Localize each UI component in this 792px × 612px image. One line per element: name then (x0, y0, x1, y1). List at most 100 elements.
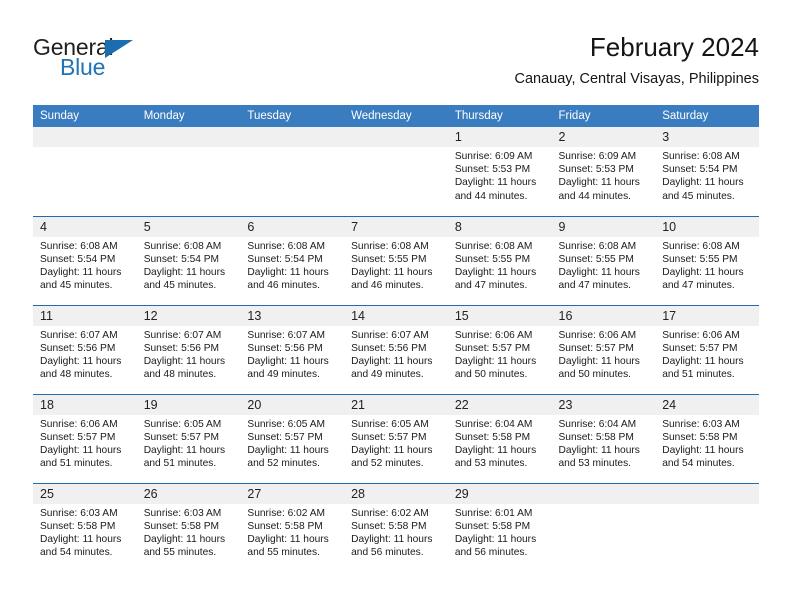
sunrise-time: Sunrise: 6:08 AM (558, 240, 637, 252)
sunrise-time: Sunrise: 6:08 AM (40, 240, 118, 252)
daylight-duration-line1: Daylight: 11 hours (143, 266, 226, 278)
calendar-day-cell[interactable]: 17 Sunrise: 6:06 AM Sunset: 5:57 PM Dayligh… (655, 304, 759, 394)
calendar-day-cell[interactable]: 1 Sunrise: 6:09 AM Sunset: 5:53 PM Daylight… (447, 127, 552, 216)
day-number: 24 (655, 394, 759, 415)
calendar-day-cell[interactable]: 8 Sunrise: 6:08 AM Sunset: 5:55 PM Daylight… (447, 215, 552, 305)
daylight-duration-line2: and 53 minutes. (454, 458, 528, 470)
page-header: General Blue February 2024 Canauay, Cent… (33, 30, 759, 100)
daylight-duration-line1: Daylight: 11 hours (558, 266, 640, 278)
calendar-day-cell[interactable]: 18 Sunrise: 6:06 AM Sunset: 5:57 PM Dayligh… (33, 393, 137, 483)
day-details: Sunrise: 6:07 AM Sunset: 5:56 PM Daylight:… (240, 326, 344, 382)
daylight-duration-line1: Daylight: 11 hours (454, 266, 537, 278)
calendar-day-cell[interactable]: 19 Sunrise: 6:05 AM Sunset: 5:57 PM Dayligh… (136, 393, 241, 483)
calendar-day-cell[interactable]: 15 Sunrise: 6:06 AM Sunset: 5:57 PM Dayligh… (447, 304, 552, 394)
sunset-time: Sunset: 5:56 PM (143, 342, 220, 354)
calendar-week-row: 4 Sunrise: 6:08 AM Sunset: 5:54 PM Daylight… (33, 215, 759, 305)
sunrise-time: Sunrise: 6:08 AM (351, 240, 429, 252)
calendar-day-cell[interactable]: 14 Sunrise: 6:07 AM Sunset: 5:56 PM Dayligh… (344, 304, 448, 394)
daylight-duration-line2: and 54 minutes. (662, 458, 735, 470)
day-details: Sunrise: 6:06 AM Sunset: 5:57 PM Daylight:… (552, 326, 656, 382)
calendar-day-cell[interactable]: 26 Sunrise: 6:03 AM Sunset: 5:58 PM Dayligh… (136, 482, 241, 572)
calendar-day-cell[interactable]: 4 Sunrise: 6:08 AM Sunset: 5:54 PM Daylight… (33, 215, 137, 305)
calendar-day-cell[interactable]: 20 Sunrise: 6:05 AM Sunset: 5:57 PM Dayligh… (240, 393, 345, 483)
day-details: Sunrise: 6:06 AM Sunset: 5:57 PM Daylight:… (448, 326, 552, 382)
day-number (655, 483, 759, 504)
daylight-duration-line1: Daylight: 11 hours (247, 266, 329, 278)
calendar-day-cell[interactable]: 28 Sunrise: 6:02 AM Sunset: 5:58 PM Dayligh… (344, 482, 448, 572)
day-details: Sunrise: 6:08 AM Sunset: 5:55 PM Daylight:… (552, 237, 656, 293)
day-details: Sunrise: 6:02 AM Sunset: 5:58 PM Daylight:… (240, 504, 344, 560)
day-details: Sunrise: 6:07 AM Sunset: 5:56 PM Daylight:… (344, 326, 448, 382)
sunset-time: Sunset: 5:57 PM (662, 342, 738, 354)
sunset-time: Sunset: 5:58 PM (454, 520, 531, 532)
calendar-day-cell[interactable]: 22 Sunrise: 6:04 AM Sunset: 5:58 PM Dayligh… (447, 393, 552, 483)
daylight-duration-line1: Daylight: 11 hours (40, 533, 122, 545)
day-details: Sunrise: 6:07 AM Sunset: 5:56 PM Daylight:… (137, 326, 241, 382)
daylight-duration-line2: and 48 minutes. (143, 369, 217, 381)
calendar-day-cell[interactable]: 16 Sunrise: 6:06 AM Sunset: 5:57 PM Dayligh… (551, 304, 656, 394)
calendar-day-cell[interactable]: 3 Sunrise: 6:08 AM Sunset: 5:54 PM Daylight… (655, 127, 759, 216)
daylight-duration-line1: Daylight: 11 hours (247, 533, 329, 545)
calendar-day-cell[interactable]: 24 Sunrise: 6:03 AM Sunset: 5:58 PM Dayligh… (655, 393, 759, 483)
daylight-duration-line2: and 56 minutes. (454, 547, 528, 559)
calendar-day-cell[interactable]: 21 Sunrise: 6:05 AM Sunset: 5:57 PM Dayligh… (344, 393, 448, 483)
calendar-day-cell[interactable]: 2 Sunrise: 6:09 AM Sunset: 5:53 PM Daylight… (551, 127, 656, 216)
calendar-body: 1 Sunrise: 6:09 AM Sunset: 5:53 PM Daylight… (33, 127, 759, 572)
sunset-time: Sunset: 5:58 PM (40, 520, 116, 532)
calendar-day-cell[interactable]: 29 Sunrise: 6:01 AM Sunset: 5:58 PM Dayligh… (447, 482, 552, 572)
day-details: Sunrise: 6:03 AM Sunset: 5:58 PM Daylight:… (33, 504, 137, 560)
day-number (136, 127, 241, 147)
calendar-day-cell[interactable]: 25 Sunrise: 6:03 AM Sunset: 5:58 PM Dayligh… (33, 482, 137, 572)
calendar-day-cell[interactable]: 11 Sunrise: 6:07 AM Sunset: 5:56 PM Dayligh… (33, 304, 137, 394)
general-blue-logo[interactable]: General Blue (33, 34, 233, 94)
day-number: 21 (344, 394, 448, 415)
calendar-day-cell[interactable]: 13 Sunrise: 6:07 AM Sunset: 5:56 PM Dayligh… (240, 304, 345, 394)
day-details: Sunrise: 6:05 AM Sunset: 5:57 PM Daylight:… (137, 415, 241, 471)
daylight-duration-line2: and 50 minutes. (558, 369, 632, 381)
calendar-day-cell[interactable]: 12 Sunrise: 6:07 AM Sunset: 5:56 PM Dayligh… (136, 304, 241, 394)
sunrise-time: Sunrise: 6:02 AM (247, 507, 325, 519)
daylight-duration-line2: and 46 minutes. (351, 280, 424, 292)
day-number: 4 (33, 216, 137, 237)
day-number: 2 (551, 127, 656, 147)
sunset-time: Sunset: 5:56 PM (351, 342, 427, 354)
day-number: 11 (33, 305, 137, 326)
sunrise-time: Sunrise: 6:06 AM (558, 329, 637, 341)
day-number: 28 (344, 483, 448, 504)
daylight-duration-line1: Daylight: 11 hours (40, 355, 122, 367)
daylight-duration-line2: and 44 minutes. (454, 190, 528, 202)
calendar-week-row: 1 Sunrise: 6:09 AM Sunset: 5:53 PM Daylight… (33, 127, 759, 216)
sunset-time: Sunset: 5:58 PM (662, 431, 738, 443)
calendar-day-cell[interactable]: 6 Sunrise: 6:08 AM Sunset: 5:54 PM Daylight… (240, 215, 345, 305)
sunset-time: Sunset: 5:54 PM (143, 253, 220, 265)
day-number (344, 127, 448, 147)
day-number: 8 (447, 216, 552, 237)
daylight-duration-line1: Daylight: 11 hours (662, 355, 744, 367)
calendar-day-cell[interactable]: 27 Sunrise: 6:02 AM Sunset: 5:58 PM Dayligh… (240, 482, 345, 572)
day-details: Sunrise: 6:08 AM Sunset: 5:55 PM Daylight:… (344, 237, 448, 293)
day-number: 27 (240, 483, 345, 504)
day-number: 3 (655, 127, 759, 147)
sunrise-time: Sunrise: 6:09 AM (454, 151, 533, 162)
daylight-duration-line2: and 49 minutes. (247, 369, 320, 381)
sunset-time: Sunset: 5:55 PM (558, 253, 634, 265)
calendar-day-cell[interactable]: 5 Sunrise: 6:08 AM Sunset: 5:54 PM Daylight… (136, 215, 241, 305)
day-details: Sunrise: 6:08 AM Sunset: 5:55 PM Daylight:… (655, 237, 759, 293)
calendar-day-cell[interactable]: 23 Sunrise: 6:04 AM Sunset: 5:58 PM Dayligh… (551, 393, 656, 483)
calendar-day-cell[interactable]: 10 Sunrise: 6:08 AM Sunset: 5:55 PM Dayligh… (655, 215, 759, 305)
calendar-day-cell[interactable]: 7 Sunrise: 6:08 AM Sunset: 5:55 PM Daylight… (344, 215, 448, 305)
weekday-header-saturday: Saturday (655, 105, 759, 127)
daylight-duration-line1: Daylight: 11 hours (143, 355, 226, 367)
calendar-day-cell[interactable]: 9 Sunrise: 6:08 AM Sunset: 5:55 PM Daylight… (551, 215, 656, 305)
daylight-duration-line1: Daylight: 11 hours (454, 355, 537, 367)
sunrise-time: Sunrise: 6:07 AM (247, 329, 325, 341)
day-details: Sunrise: 6:04 AM Sunset: 5:58 PM Daylight:… (448, 415, 552, 471)
sunset-time: Sunset: 5:57 PM (454, 342, 531, 354)
daylight-duration-line2: and 53 minutes. (558, 458, 632, 470)
weekday-header-tuesday: Tuesday (240, 105, 345, 127)
sunrise-time: Sunrise: 6:05 AM (351, 418, 429, 430)
sunset-time: Sunset: 5:57 PM (40, 431, 116, 443)
title-block: February 2024 Canauay, Central Visayas, … (515, 30, 760, 90)
daylight-duration-line1: Daylight: 11 hours (558, 177, 640, 189)
sunset-time: Sunset: 5:56 PM (247, 342, 323, 354)
